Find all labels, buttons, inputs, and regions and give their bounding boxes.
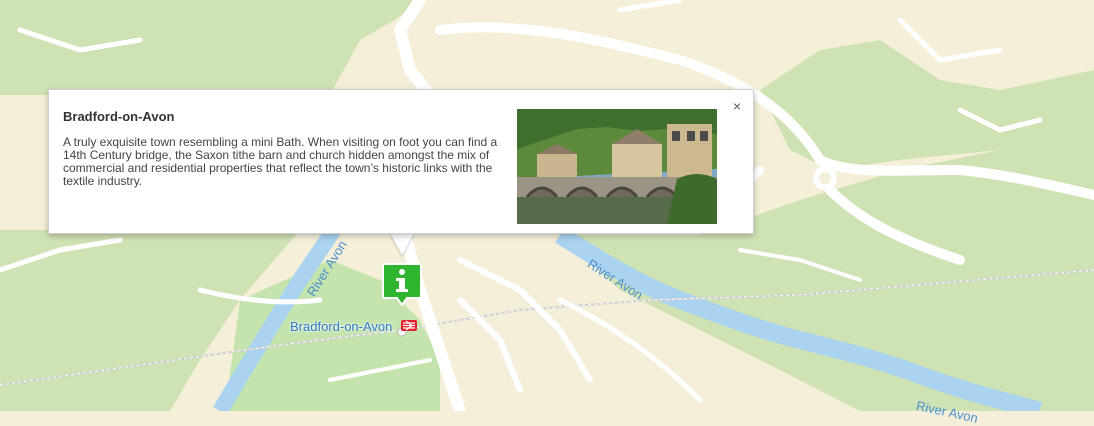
info-window-title: Bradford-on-Avon (63, 109, 175, 124)
info-window-description: A truly exquisite town resembling a mini… (63, 135, 498, 188)
national-rail-icon (401, 320, 417, 331)
info-window-pointer (390, 233, 414, 255)
info-marker-icon[interactable] (381, 262, 423, 306)
station-label[interactable]: Bradford-on-Avon (290, 319, 392, 334)
close-button[interactable]: × (729, 98, 745, 114)
info-window: Bradford-on-Avon A truly exquisite town … (48, 89, 754, 234)
info-window-photo (517, 109, 717, 224)
